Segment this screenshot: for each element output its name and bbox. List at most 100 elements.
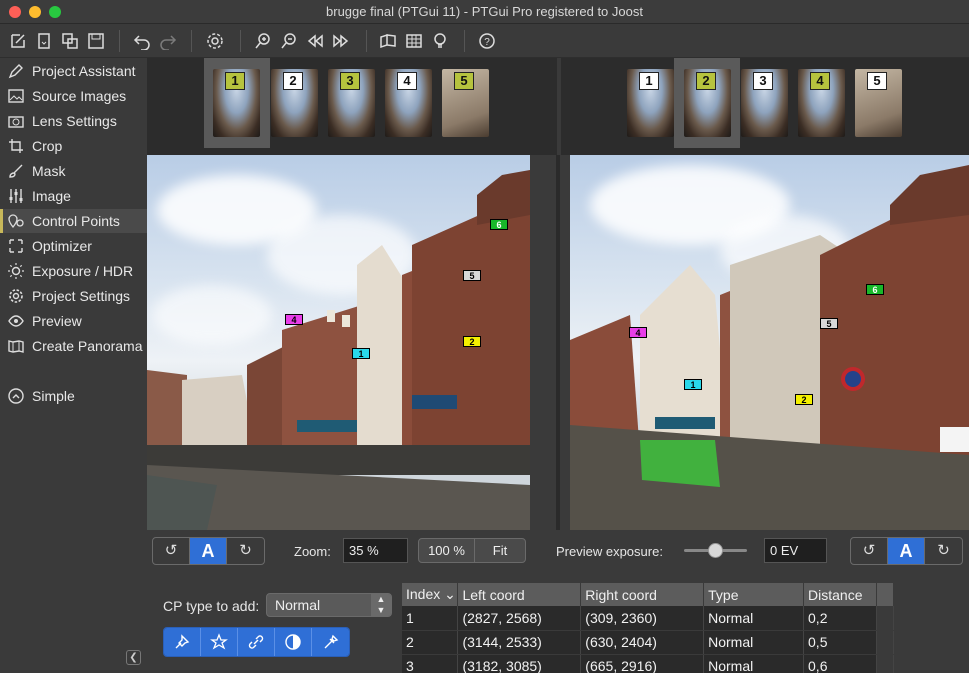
right-rotate-ccw-button[interactable]: ↺ bbox=[851, 538, 888, 564]
col-index[interactable]: Index ⌄ bbox=[402, 583, 459, 606]
right-cp-6[interactable]: 6 bbox=[866, 284, 884, 295]
left-cp-4[interactable]: 4 bbox=[285, 314, 303, 325]
right-thumb-2[interactable]: 2 bbox=[684, 69, 731, 137]
sliders-icon bbox=[9, 189, 23, 203]
right-cp-2[interactable]: 2 bbox=[795, 394, 813, 405]
zoom-label: Zoom: bbox=[294, 544, 331, 559]
left-thumb-1[interactable]: 1 bbox=[213, 69, 260, 137]
right-image-viewport[interactable]: 4 6 5 1 2 bbox=[570, 155, 969, 530]
zoom-out-icon[interactable] bbox=[278, 30, 300, 52]
gear-icon bbox=[9, 289, 23, 303]
sun-icon bbox=[8, 263, 24, 279]
duplicate-icon[interactable] bbox=[59, 30, 81, 52]
right-auto-button[interactable]: A bbox=[888, 538, 925, 564]
redo-icon[interactable] bbox=[157, 30, 179, 52]
left-cp-6[interactable]: 6 bbox=[490, 219, 508, 230]
cp-type-select[interactable]: Normal ▲ ▼ bbox=[266, 593, 392, 617]
crop-icon bbox=[9, 139, 23, 153]
col-left-coord[interactable]: Left coord bbox=[457, 583, 582, 606]
sidebar-item-preview[interactable]: Preview bbox=[0, 309, 147, 333]
sidebar-item-image-parameters[interactable]: Image Parameters bbox=[0, 184, 147, 228]
panorama-editor-icon[interactable] bbox=[377, 30, 399, 52]
sidebar-item-source-images[interactable]: Source Images bbox=[0, 84, 147, 108]
toolbar: ? bbox=[0, 24, 969, 58]
left-image-viewport[interactable]: 6 5 4 2 1 bbox=[147, 155, 530, 530]
viewport-divider[interactable] bbox=[530, 155, 570, 530]
image-icon bbox=[8, 89, 24, 103]
lightbulb-icon[interactable] bbox=[429, 30, 451, 52]
table-row[interactable]: 3 (3182, 3085) (665, 2916) Normal 0,6 bbox=[402, 654, 894, 673]
sidebar-item-crop[interactable]: Crop bbox=[0, 134, 147, 158]
right-cp-5[interactable]: 5 bbox=[820, 318, 838, 329]
sidebar-item-project-settings[interactable]: Project Settings bbox=[0, 284, 147, 308]
exposure-slider-thumb[interactable] bbox=[708, 543, 723, 558]
col-distance[interactable]: Distance bbox=[803, 583, 877, 606]
left-rotate-group: ↺ A ↻ bbox=[152, 537, 265, 565]
table-row[interactable]: 2 (3144, 2533) (630, 2404) Normal 0,5 bbox=[402, 630, 894, 655]
open-project-icon[interactable] bbox=[33, 30, 55, 52]
right-thumb-4[interactable]: 4 bbox=[798, 69, 845, 137]
cp-table: Index ⌄ Left coord Right coord Type Dist… bbox=[402, 583, 894, 673]
simple-mode-button[interactable]: Simple bbox=[0, 384, 147, 408]
left-cp-1[interactable]: 1 bbox=[352, 348, 370, 359]
zoom-window-button[interactable] bbox=[49, 6, 61, 18]
right-rotate-cw-button[interactable]: ↻ bbox=[925, 538, 962, 564]
link-icon[interactable] bbox=[238, 628, 275, 656]
left-cp-5[interactable]: 5 bbox=[463, 270, 481, 281]
eyedropper-icon[interactable] bbox=[312, 628, 349, 656]
col-type[interactable]: Type bbox=[703, 583, 805, 606]
save-icon[interactable] bbox=[85, 30, 107, 52]
rewind-icon[interactable] bbox=[304, 30, 326, 52]
collapse-sidebar-button[interactable]: ❮ bbox=[126, 650, 141, 665]
sidebar-item-exposure-hdr[interactable]: Exposure / HDR bbox=[0, 259, 147, 283]
minimize-window-button[interactable] bbox=[29, 6, 41, 18]
svg-text:?: ? bbox=[484, 37, 490, 48]
view-controls: ↺ A ↻ Zoom: 35 % 100 % Fit Preview expos… bbox=[147, 530, 969, 570]
undo-icon[interactable] bbox=[131, 30, 153, 52]
left-rotate-cw-button[interactable]: ↻ bbox=[227, 538, 264, 564]
left-thumbnail-strip: 1 2 3 4 5 bbox=[147, 58, 557, 155]
camera-icon bbox=[8, 116, 24, 128]
sidebar-item-lens-settings[interactable]: Lens Settings bbox=[0, 109, 147, 133]
right-cp-1[interactable]: 1 bbox=[684, 379, 702, 390]
help-icon[interactable]: ? bbox=[476, 30, 498, 52]
left-auto-button[interactable]: A bbox=[190, 538, 227, 564]
right-thumb-3[interactable]: 3 bbox=[741, 69, 788, 137]
new-project-icon[interactable] bbox=[7, 30, 29, 52]
zoom-fit-button[interactable]: Fit bbox=[474, 538, 526, 563]
sidebar-item-optimizer[interactable]: Optimizer bbox=[0, 234, 147, 258]
grid-icon[interactable] bbox=[403, 30, 425, 52]
zoom-in-icon[interactable] bbox=[252, 30, 274, 52]
col-right-coord[interactable]: Right coord bbox=[580, 583, 705, 606]
zoom-100-button[interactable]: 100 % bbox=[418, 538, 475, 563]
right-cp-4[interactable]: 4 bbox=[629, 327, 647, 338]
zoom-field[interactable]: 35 % bbox=[343, 538, 408, 563]
sidebar-item-mask[interactable]: Mask bbox=[0, 159, 147, 183]
contrast-icon[interactable] bbox=[275, 628, 312, 656]
edit-icon bbox=[8, 64, 23, 79]
right-thumb-1[interactable]: 1 bbox=[627, 69, 674, 137]
sidebar-item-create-panorama[interactable]: Create Panorama bbox=[0, 334, 147, 358]
chevron-up-circle-icon bbox=[8, 388, 24, 404]
sidebar-item-control-points[interactable]: Control Points bbox=[0, 209, 147, 233]
cp-tools bbox=[163, 627, 350, 657]
left-rotate-ccw-button[interactable]: ↺ bbox=[153, 538, 190, 564]
left-thumb-2[interactable]: 2 bbox=[271, 69, 318, 137]
star-icon[interactable] bbox=[201, 628, 238, 656]
fast-forward-icon[interactable] bbox=[330, 30, 352, 52]
left-thumb-4[interactable]: 4 bbox=[385, 69, 432, 137]
cp-type-label: CP type to add: bbox=[163, 598, 260, 614]
left-thumb-3[interactable]: 3 bbox=[328, 69, 375, 137]
left-cp-2[interactable]: 2 bbox=[463, 336, 481, 347]
close-window-button[interactable] bbox=[9, 6, 21, 18]
sidebar-item-project-assistant[interactable]: Project Assistant bbox=[0, 59, 147, 83]
exposure-field[interactable]: 0 EV bbox=[764, 538, 827, 563]
right-thumb-5[interactable]: 5 bbox=[855, 69, 902, 137]
table-row[interactable]: 1 (2827, 2568) (309, 2360) Normal 0,2 bbox=[402, 606, 894, 631]
pins-icon bbox=[8, 214, 24, 229]
add-cp-pin-icon[interactable] bbox=[164, 628, 201, 656]
left-thumb-5[interactable]: 5 bbox=[442, 69, 489, 137]
settings-gear-icon[interactable] bbox=[204, 30, 226, 52]
window-title: brugge final (PTGui 11) - PTGui Pro regi… bbox=[326, 4, 643, 19]
preview-exposure-label: Preview exposure: bbox=[556, 544, 663, 559]
